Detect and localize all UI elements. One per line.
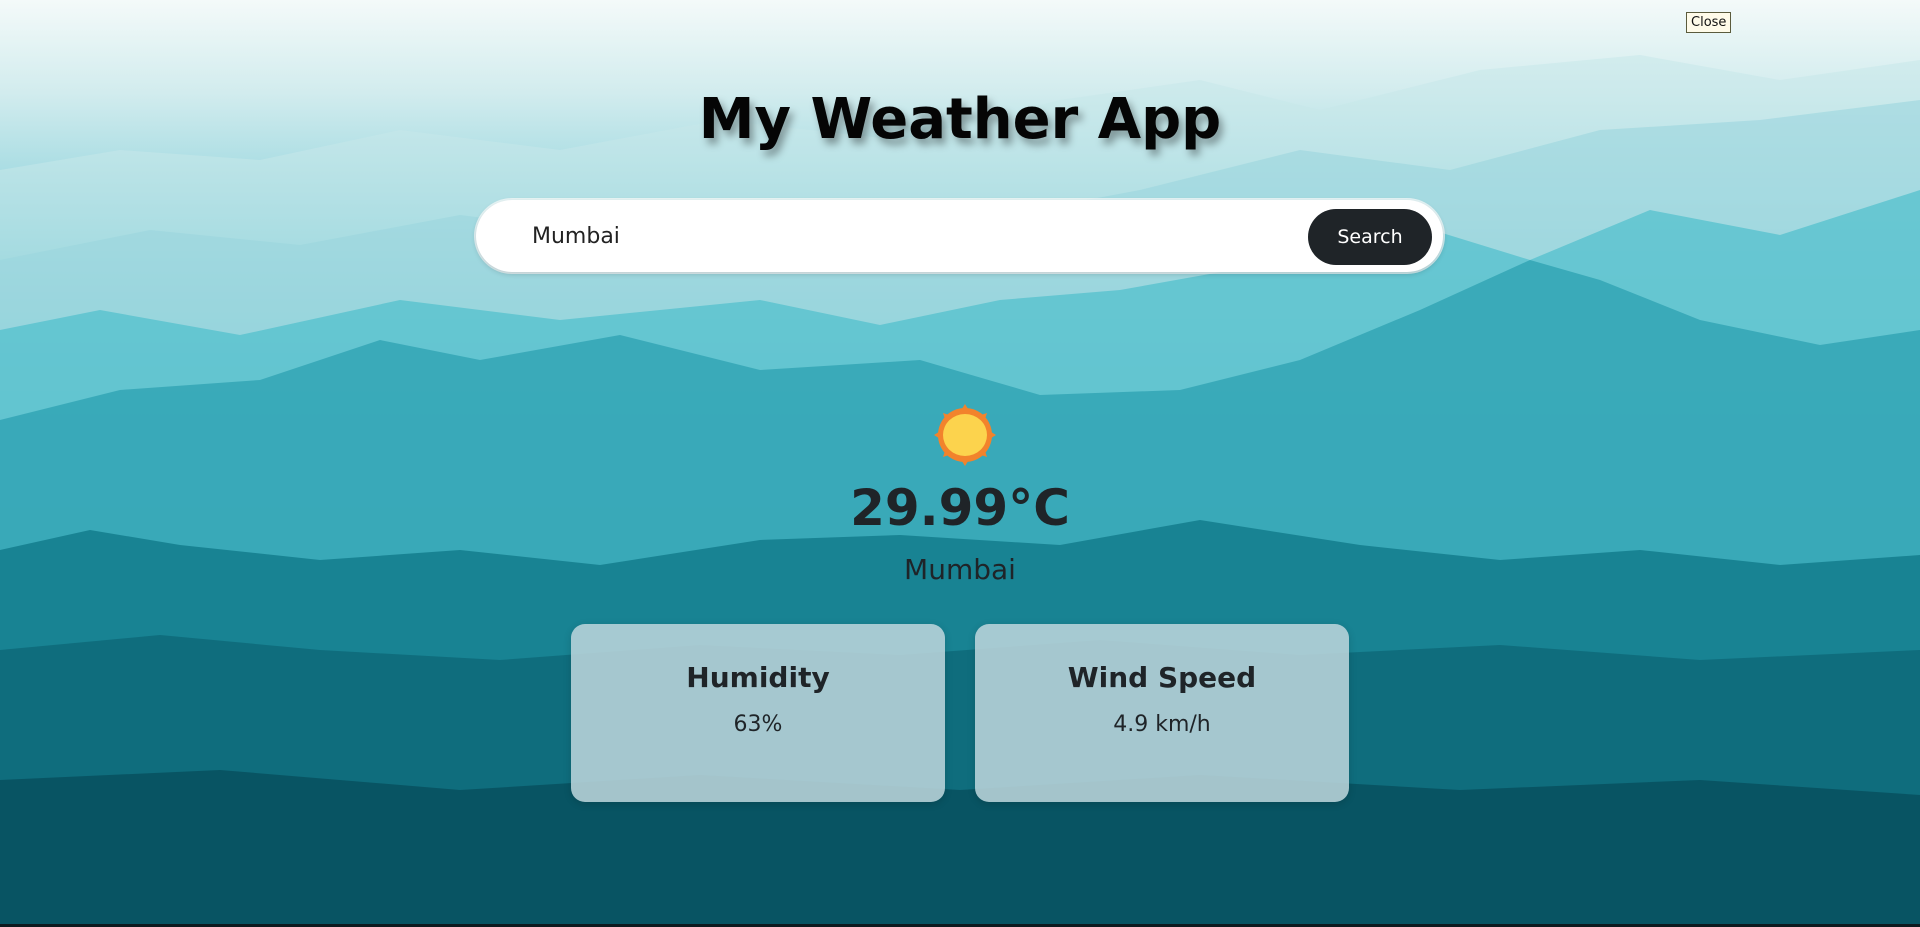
- humidity-card: Humidity 63%: [571, 624, 945, 802]
- close-button[interactable]: Close: [1686, 12, 1732, 33]
- wind-speed-label: Wind Speed: [1067, 661, 1257, 694]
- wind-speed-value: 4.9 km/h: [1113, 712, 1211, 737]
- city-name: Mumbai: [904, 553, 1016, 586]
- humidity-label: Humidity: [686, 661, 830, 694]
- search-bar: Search: [476, 200, 1443, 272]
- mountain-ridge-7: [0, 770, 1920, 927]
- humidity-value: 63%: [733, 712, 783, 737]
- sun-icon: [934, 404, 996, 466]
- temperature: 29.99°C: [850, 479, 1070, 537]
- search-button[interactable]: Search: [1308, 209, 1432, 265]
- app-title: My Weather App: [698, 87, 1222, 152]
- search-input[interactable]: [532, 210, 1232, 262]
- wind-speed-card: Wind Speed 4.9 km/h: [975, 624, 1349, 802]
